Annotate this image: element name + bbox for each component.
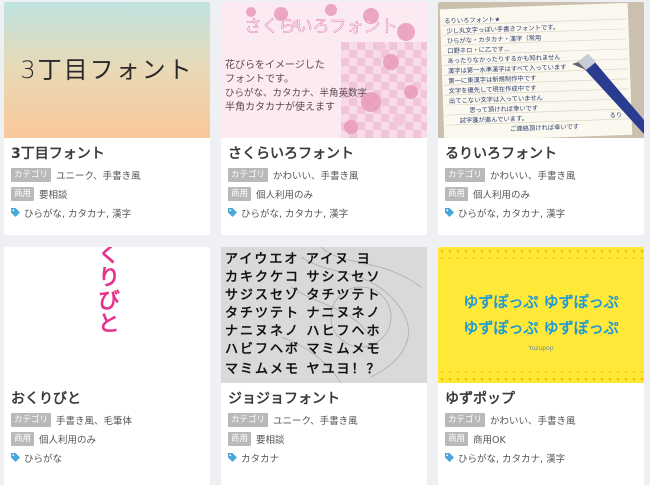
preview-line: アイウエオ アイヌ ヨ <box>225 252 372 267</box>
category-value: 手書き風、毛筆体 <box>56 415 133 427</box>
font-title[interactable]: さくらいろフォント <box>228 144 420 164</box>
preview-line: ゆずぽっぷ ゆずぽっぷ <box>463 293 618 311</box>
category-value: ユニーク、手書き風 <box>273 415 358 427</box>
font-preview-image[interactable]: るりいろフォント★ 少し丸文字っぽい手書きフォントです。 ひらがな・カタカナ・漢… <box>438 2 644 138</box>
font-card[interactable]: るりいろフォント★ 少し丸文字っぽい手書きフォントです。 ひらがな・カタカナ・漢… <box>438 2 644 235</box>
category-row: カテゴリ かわいい、手書き風 <box>445 167 637 182</box>
font-preview-image[interactable]: ゆずぽっぷ ゆずぽっぷ ゆずぽっぷ ゆずぽっぷ Yuzupop <box>438 247 644 383</box>
preview-text: 3丁目フォント <box>20 56 193 84</box>
font-card[interactable]: ゆずぽっぷ ゆずぽっぷ ゆずぽっぷ ゆずぽっぷ Yuzupop ゆずポップ カテ… <box>438 247 644 485</box>
tags-row: ひらがな, カタカナ, 漢字 <box>445 450 637 465</box>
category-badge: カテゴリ <box>445 412 486 427</box>
font-card[interactable]: 3丁目フォント 3丁目フォント カテゴリ ユニーク、手書き風 商用 要相談 ひら… <box>4 2 210 235</box>
category-row: カテゴリ 手書き風、毛筆体 <box>11 412 203 427</box>
commercial-row: 商用 商用OK <box>445 431 637 446</box>
font-card[interactable]: おくりびと おくりびと カテゴリ 手書き風、毛筆体 商用 個人利用のみ ひらがな <box>4 247 210 485</box>
tags-value: ひらがな, カタカナ, 漢字 <box>241 208 349 220</box>
category-value: かわいい、手書き風 <box>490 415 576 427</box>
commercial-value: 個人利用のみ <box>39 434 97 446</box>
commercial-badge: 商用 <box>228 186 252 201</box>
commercial-row: 商用 個人利用のみ <box>445 186 637 201</box>
tags-row: ひらがな, カタカナ, 漢字 <box>228 205 420 220</box>
category-badge: カテゴリ <box>228 167 269 182</box>
tags-row: ひらがな <box>11 450 203 465</box>
preview-line: ハビフヘボ マミムメモ <box>225 341 382 357</box>
category-badge: カテゴリ <box>445 167 486 182</box>
commercial-row: 商用 要相談 <box>11 186 203 201</box>
category-badge: カテゴリ <box>228 412 269 427</box>
preview-line: ナニヌネノ ハヒフヘホ <box>225 324 382 339</box>
commercial-value: 要相談 <box>39 189 68 201</box>
commercial-row: 商用 個人利用のみ <box>11 431 203 446</box>
category-value: かわいい、手書き風 <box>490 170 576 182</box>
preview-line: ひらがな、カタカナ、半角英数字 <box>225 87 367 99</box>
tags-row: カタカナ <box>228 450 420 465</box>
tags-value: カタカナ <box>241 453 280 465</box>
tags-value: ひらがな <box>24 453 63 465</box>
tags-row: ひらがな, カタカナ, 漢字 <box>445 205 637 220</box>
tag-icon <box>11 208 20 217</box>
commercial-value: 個人利用のみ <box>256 189 314 201</box>
commercial-badge: 商用 <box>228 431 252 446</box>
preview-line: 花びらをイメージした <box>225 58 325 71</box>
preview-line: タチツテト ナニヌネノ <box>225 306 382 321</box>
category-row: カテゴリ ユニーク、手書き風 <box>228 412 420 427</box>
font-title[interactable]: 3丁目フォント <box>11 144 203 164</box>
tag-icon <box>11 453 20 462</box>
preview-line: カキクケコ サシスセソ <box>225 270 382 285</box>
commercial-value: 個人利用のみ <box>473 189 531 201</box>
tag-icon <box>228 208 237 217</box>
font-preview-image[interactable]: おくりびと <box>4 247 210 383</box>
tag-icon <box>445 453 454 462</box>
tags-value: ひらがな, カタカナ, 漢字 <box>458 453 566 465</box>
font-preview-image[interactable]: 3丁目フォント <box>4 2 210 138</box>
tag-icon <box>445 208 454 217</box>
font-title[interactable]: ジョジョフォント <box>228 389 420 409</box>
category-badge: カテゴリ <box>11 412 52 427</box>
preview-small: Yuzupop <box>527 345 553 352</box>
commercial-value: 要相談 <box>256 434 285 446</box>
commercial-badge: 商用 <box>445 186 469 201</box>
font-card[interactable]: アイウエオ アイヌ ヨ カキクケコ サシスセソ サジスセゾ タチツテト タチツテ… <box>221 247 427 485</box>
category-row: カテゴリ かわいい、手書き風 <box>228 167 420 182</box>
font-title[interactable]: おくりびと <box>11 389 203 409</box>
commercial-badge: 商用 <box>445 431 469 446</box>
preview-text: おくりびと <box>94 247 120 335</box>
commercial-value: 商用OK <box>473 434 506 446</box>
category-row: カテゴリ かわいい、手書き風 <box>445 412 637 427</box>
preview-line: ゆずぽっぷ ゆずぽっぷ <box>463 319 618 337</box>
commercial-badge: 商用 <box>11 431 35 446</box>
tags-row: ひらがな, カタカナ, 漢字 <box>11 205 203 220</box>
tags-value: ひらがな, カタカナ, 漢字 <box>24 208 132 220</box>
preview-line: フォントです。 <box>225 73 294 85</box>
font-card[interactable]: さくらいろフォント 花びらをイメージした フォントです。 ひらがな、カタカナ、半… <box>221 2 427 235</box>
commercial-row: 商用 要相談 <box>228 431 420 446</box>
category-badge: カテゴリ <box>11 167 52 182</box>
tags-value: ひらがな, カタカナ, 漢字 <box>458 208 566 220</box>
preview-text: さくらいろフォント <box>245 17 398 37</box>
commercial-badge: 商用 <box>11 186 35 201</box>
tag-icon <box>228 453 237 462</box>
font-preview-image[interactable]: アイウエオ アイヌ ヨ カキクケコ サシスセソ サジスセゾ タチツテト タチツテ… <box>221 247 427 383</box>
category-value: ユニーク、手書き風 <box>56 170 141 182</box>
preview-line: 半角カタカナが使えます <box>225 100 335 113</box>
preview-line: マミムメモ ヤユヨ！？ <box>225 362 382 377</box>
font-title[interactable]: るりいろフォント <box>445 144 637 164</box>
category-value: かわいい、手書き風 <box>273 170 359 182</box>
commercial-row: 商用 個人利用のみ <box>228 186 420 201</box>
preview-sign: るり <box>609 111 622 119</box>
category-row: カテゴリ ユニーク、手書き風 <box>11 167 203 182</box>
font-preview-image[interactable]: さくらいろフォント 花びらをイメージした フォントです。 ひらがな、カタカナ、半… <box>221 2 427 138</box>
font-title[interactable]: ゆずポップ <box>445 389 637 409</box>
preview-line: サジスセゾ タチツテト <box>225 287 382 303</box>
